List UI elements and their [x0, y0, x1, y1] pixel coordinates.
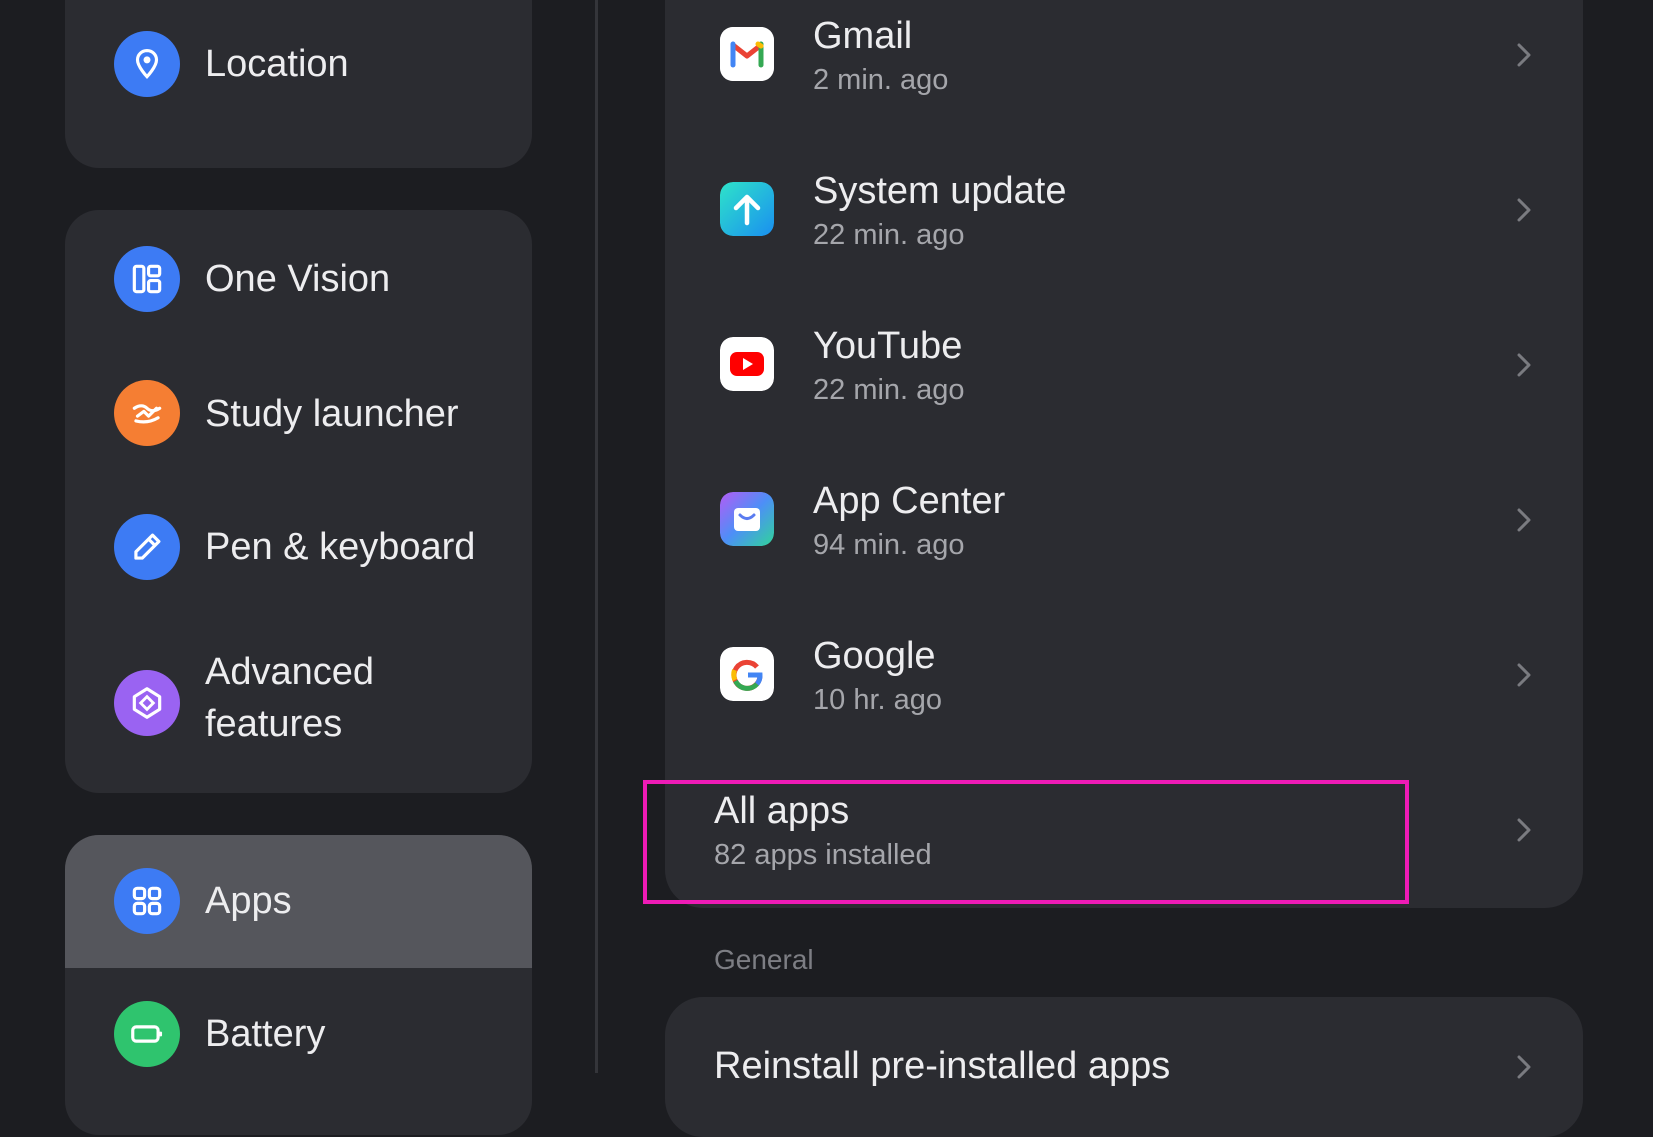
sidebar-item-study-launcher[interactable]: Study launcher	[65, 348, 532, 480]
google-icon	[720, 647, 774, 701]
sidebar-card-apps-battery: Apps Battery	[65, 835, 532, 1135]
app-last-used: 2 min. ago	[813, 64, 949, 96]
chevron-right-icon	[1514, 815, 1534, 845]
app-row-youtube[interactable]: YouTube 22 min. ago	[665, 285, 1583, 440]
chevron-right-icon	[1514, 350, 1534, 380]
app-name: App Center	[813, 480, 1006, 522]
sidebar-item-location[interactable]: Location	[65, 0, 532, 128]
app-name: Google	[813, 635, 936, 677]
chevron-right-icon	[1514, 40, 1534, 70]
one-vision-icon	[114, 246, 180, 312]
sidebar-item-battery[interactable]: Battery	[65, 968, 532, 1101]
section-header-general: General	[714, 944, 814, 975]
app-name: YouTube	[813, 325, 963, 367]
app-last-used: 22 min. ago	[813, 374, 965, 406]
sidebar-item-label: Apps	[205, 880, 292, 922]
apps-grid-icon	[114, 868, 180, 934]
app-last-used: 10 hr. ago	[813, 684, 942, 716]
sidebar-item-label: Study launcher	[205, 393, 459, 435]
app-row-gmail[interactable]: Gmail 2 min. ago	[665, 0, 1583, 130]
location-pin-icon	[114, 31, 180, 97]
youtube-icon	[720, 337, 774, 391]
app-row-app-center[interactable]: App Center 94 min. ago	[665, 440, 1583, 595]
reinstall-apps-label: Reinstall pre-installed apps	[714, 1045, 1171, 1087]
app-center-icon	[720, 492, 774, 546]
app-name: System update	[813, 170, 1067, 212]
pen-icon	[114, 514, 180, 580]
sidebar-card-location: Location	[65, 0, 532, 168]
sidebar-item-label: Pen & keyboard	[205, 526, 476, 568]
pane-divider	[595, 0, 598, 1073]
sidebar-item-label: Battery	[205, 1013, 326, 1055]
chevron-right-icon	[1514, 1052, 1534, 1082]
highlight-box	[643, 780, 1409, 904]
study-launcher-icon	[114, 380, 180, 446]
sidebar-card-features: One Vision Study launcher Pen & keyboard…	[65, 210, 532, 793]
sidebar-item-pen-keyboard[interactable]: Pen & keyboard	[65, 480, 532, 614]
app-last-used: 22 min. ago	[813, 219, 965, 251]
sidebar-item-label-line2: features	[205, 703, 343, 745]
chevron-right-icon	[1514, 660, 1534, 690]
chevron-right-icon	[1514, 505, 1534, 535]
advanced-features-icon	[114, 670, 180, 736]
gmail-icon	[720, 27, 774, 81]
app-name: Gmail	[813, 15, 913, 57]
app-last-used: 94 min. ago	[813, 529, 965, 561]
sidebar-item-apps[interactable]: Apps	[65, 835, 532, 968]
sidebar-item-label: Location	[205, 43, 349, 85]
sidebar-item-label: One Vision	[205, 258, 391, 300]
system-update-icon	[720, 182, 774, 236]
sidebar-item-label-line1: Advanced	[205, 651, 375, 693]
battery-icon	[114, 1001, 180, 1067]
app-row-google[interactable]: Google 10 hr. ago	[665, 595, 1583, 750]
app-row-system-update[interactable]: System update 22 min. ago	[665, 130, 1583, 285]
chevron-right-icon	[1514, 195, 1534, 225]
sidebar-item-one-vision[interactable]: One Vision	[65, 210, 532, 348]
reinstall-apps-row[interactable]: Reinstall pre-installed apps	[665, 997, 1583, 1137]
sidebar-item-advanced-features[interactable]: Advanced features	[65, 614, 532, 793]
